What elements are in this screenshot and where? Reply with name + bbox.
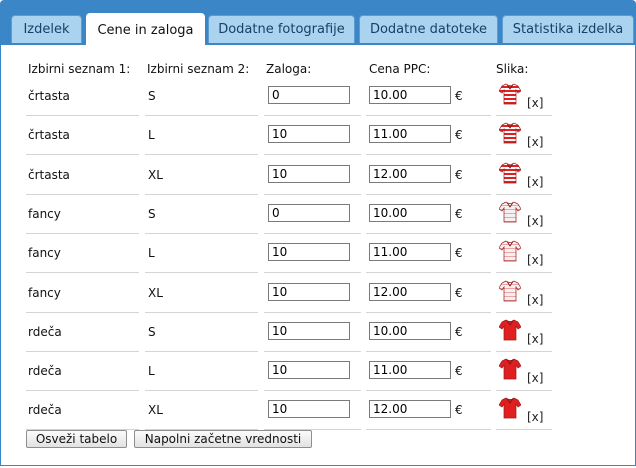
remove-image-link[interactable]: [x] bbox=[527, 332, 543, 346]
tab-izdelek[interactable]: Izdelek bbox=[11, 15, 82, 43]
shirt-thumbnail-icon[interactable] bbox=[498, 161, 522, 185]
shirt-thumbnail-icon[interactable] bbox=[498, 357, 522, 381]
option1-value: črtasta bbox=[28, 128, 70, 142]
remove-image-link[interactable]: [x] bbox=[527, 253, 543, 267]
price-input[interactable] bbox=[369, 400, 451, 418]
table-row: črtasta S € [x] bbox=[0, 77, 636, 116]
table-row: črtasta L € [x] bbox=[0, 116, 636, 155]
row-separator bbox=[496, 272, 552, 273]
row-separator bbox=[264, 272, 361, 273]
row-separator bbox=[496, 154, 552, 155]
stock-input[interactable] bbox=[268, 125, 350, 143]
row-separator bbox=[26, 272, 139, 273]
row-separator bbox=[496, 429, 552, 430]
remove-image-link[interactable]: [x] bbox=[527, 96, 543, 110]
stock-input[interactable] bbox=[268, 361, 350, 379]
currency-symbol: € bbox=[455, 128, 463, 142]
table-row: fancy S € [x] bbox=[0, 195, 636, 234]
stock-input[interactable] bbox=[268, 165, 350, 183]
shirt-thumbnail-icon[interactable] bbox=[498, 279, 522, 303]
currency-symbol: € bbox=[455, 286, 463, 300]
table-row: fancy XL € [x] bbox=[0, 274, 636, 313]
tab-statistika-izdelka[interactable]: Statistika izdelka bbox=[502, 15, 634, 43]
shirt-thumbnail-icon[interactable] bbox=[498, 200, 522, 224]
remove-image-link[interactable]: [x] bbox=[527, 214, 543, 228]
table-row: rdeča L € [x] bbox=[0, 352, 636, 391]
option2-value: XL bbox=[148, 286, 163, 300]
price-input[interactable] bbox=[369, 283, 451, 301]
price-input[interactable] bbox=[369, 322, 451, 340]
row-separator bbox=[145, 154, 258, 155]
remove-image-link[interactable]: [x] bbox=[527, 175, 543, 189]
currency-symbol: € bbox=[455, 89, 463, 103]
option1-value: rdeča bbox=[28, 403, 62, 417]
row-separator bbox=[366, 154, 491, 155]
header-price: Cena PPC: bbox=[369, 62, 431, 76]
fill-defaults-button[interactable]: Napolni začetne vrednosti bbox=[134, 430, 312, 448]
price-input[interactable] bbox=[369, 165, 451, 183]
price-input[interactable] bbox=[369, 86, 451, 104]
stock-input[interactable] bbox=[268, 86, 350, 104]
remove-image-link[interactable]: [x] bbox=[527, 371, 543, 385]
shirt-thumbnail-icon[interactable] bbox=[498, 318, 522, 342]
currency-symbol: € bbox=[455, 325, 463, 339]
option1-value: rdeča bbox=[28, 325, 62, 339]
row-separator bbox=[26, 154, 139, 155]
price-input[interactable] bbox=[369, 361, 451, 379]
refresh-table-button[interactable]: Osveži tabelo bbox=[26, 430, 127, 448]
option2-value: XL bbox=[148, 403, 163, 417]
price-input[interactable] bbox=[369, 204, 451, 222]
tab-dodatne-datoteke[interactable]: Dodatne datoteke bbox=[359, 15, 498, 43]
price-input[interactable] bbox=[369, 125, 451, 143]
shirt-thumbnail-icon[interactable] bbox=[498, 239, 522, 263]
option2-value: S bbox=[148, 325, 156, 339]
row-separator bbox=[264, 154, 361, 155]
tab-dodatne-fotografije[interactable]: Dodatne fotografije bbox=[208, 15, 355, 43]
header-list2: Izbirni seznam 2: bbox=[147, 62, 250, 76]
price-input[interactable] bbox=[369, 243, 451, 261]
remove-image-link[interactable]: [x] bbox=[527, 293, 543, 307]
stock-input[interactable] bbox=[268, 243, 350, 261]
stock-input[interactable] bbox=[268, 283, 350, 301]
option1-value: fancy bbox=[28, 286, 61, 300]
stock-input[interactable] bbox=[268, 400, 350, 418]
remove-image-link[interactable]: [x] bbox=[527, 410, 543, 424]
currency-symbol: € bbox=[455, 246, 463, 260]
option2-value: S bbox=[148, 207, 156, 221]
option1-value: črtasta bbox=[28, 168, 70, 182]
table-row: črtasta XL € [x] bbox=[0, 156, 636, 195]
row-separator bbox=[366, 429, 491, 430]
row-separator bbox=[145, 272, 258, 273]
row-separator bbox=[366, 272, 491, 273]
option1-value: črtasta bbox=[28, 89, 70, 103]
option1-value: fancy bbox=[28, 207, 61, 221]
currency-symbol: € bbox=[455, 207, 463, 221]
option2-value: L bbox=[148, 128, 155, 142]
stock-input[interactable] bbox=[268, 322, 350, 340]
currency-symbol: € bbox=[455, 403, 463, 417]
option2-value: XL bbox=[148, 168, 163, 182]
option1-value: rdeča bbox=[28, 364, 62, 378]
header-list1: Izbirni seznam 1: bbox=[28, 62, 131, 76]
option2-value: S bbox=[148, 89, 156, 103]
shirt-thumbnail-icon[interactable] bbox=[498, 396, 522, 420]
tab-cene-in-zaloga[interactable]: Cene in zaloga bbox=[86, 13, 205, 46]
table-row: fancy L € [x] bbox=[0, 234, 636, 273]
header-stock: Zaloga: bbox=[266, 62, 312, 76]
shirt-thumbnail-icon[interactable] bbox=[498, 82, 522, 106]
header-image: Slika: bbox=[496, 62, 529, 76]
option2-value: L bbox=[148, 364, 155, 378]
option1-value: fancy bbox=[28, 246, 61, 260]
currency-symbol: € bbox=[455, 364, 463, 378]
currency-symbol: € bbox=[455, 168, 463, 182]
option2-value: L bbox=[148, 246, 155, 260]
stock-input[interactable] bbox=[268, 204, 350, 222]
table-row: rdeča XL € [x] bbox=[0, 391, 636, 430]
table-row: rdeča S € [x] bbox=[0, 313, 636, 352]
remove-image-link[interactable]: [x] bbox=[527, 135, 543, 149]
shirt-thumbnail-icon[interactable] bbox=[498, 121, 522, 145]
